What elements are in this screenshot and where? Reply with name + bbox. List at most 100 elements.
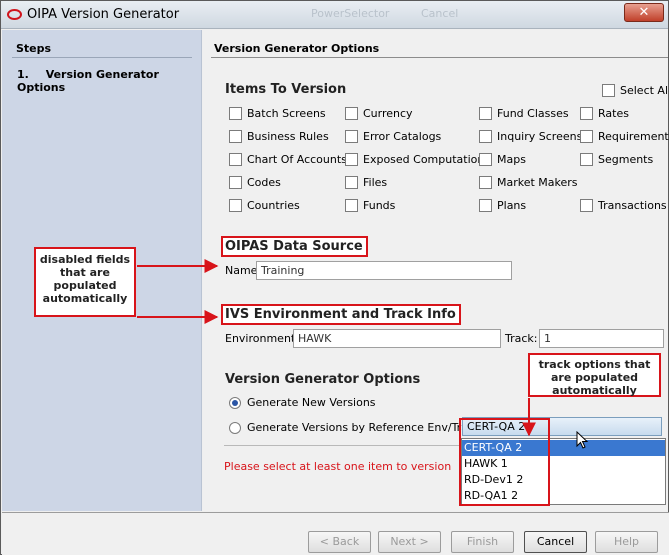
checkbox-box[interactable] <box>345 153 358 166</box>
oipa-version-generator-window: OIPA Version Generator PowerSelector Can… <box>0 0 669 555</box>
checkbox-funds[interactable]: Funds <box>345 199 395 212</box>
dropdown-option[interactable]: RD-QA1 2 <box>462 488 665 504</box>
track-label: Track: <box>505 332 538 345</box>
checkbox-label: Fund Classes <box>497 107 569 120</box>
checkbox-currency[interactable]: Currency <box>345 107 413 120</box>
divider <box>12 57 192 58</box>
checkbox-box[interactable] <box>580 199 593 212</box>
checkbox-box[interactable] <box>229 130 242 143</box>
checkbox-label: Exposed Computations <box>363 153 491 166</box>
title-bar[interactable]: OIPA Version Generator PowerSelector Can… <box>1 1 668 29</box>
steps-heading: Steps <box>16 42 52 55</box>
name-label: Name <box>225 264 258 277</box>
checkbox-box[interactable] <box>229 107 242 120</box>
checkbox-business-rules[interactable]: Business Rules <box>229 130 329 143</box>
checkbox-box[interactable] <box>229 153 242 166</box>
dropdown-option[interactable]: RD-Dev1 2 <box>462 472 665 488</box>
checkbox-label: Rates <box>598 107 629 120</box>
generate-new-versions-radio[interactable]: Generate New Versions <box>229 396 376 409</box>
checkbox-files[interactable]: Files <box>345 176 387 189</box>
background-window-text: Cancel <box>421 7 459 20</box>
checkbox-requirements[interactable]: Requirements <box>580 130 669 143</box>
checkbox-label: Chart Of Accounts <box>247 153 347 166</box>
checkbox-label: Market Makers <box>497 176 578 189</box>
reference-track-dropdown: CERT-QA 2 HAWK 1 RD-Dev1 2 RD-QA1 2 <box>461 438 666 505</box>
oracle-logo-icon <box>7 9 22 20</box>
checkbox-box[interactable] <box>345 130 358 143</box>
checkbox-box[interactable] <box>229 176 242 189</box>
step-label: Version Generator Options <box>17 68 159 94</box>
checkbox-batch-screens[interactable]: Batch Screens <box>229 107 326 120</box>
checkbox-label: Countries <box>247 199 300 212</box>
checkbox-box[interactable] <box>479 176 492 189</box>
content-heading: Version Generator Options <box>214 42 380 55</box>
checkbox-box[interactable] <box>580 107 593 120</box>
checkbox-box[interactable] <box>479 107 492 120</box>
select-all-checkbox[interactable]: Select All <box>602 84 669 97</box>
checkbox-label: Plans <box>497 199 527 212</box>
finish-button[interactable]: Finish <box>451 531 514 553</box>
checkbox-plans[interactable]: Plans <box>479 199 526 212</box>
annotation-disabled-fields: disabled fields that are populated autom… <box>34 247 136 317</box>
checkbox-box[interactable] <box>345 107 358 120</box>
checkbox-market-makers[interactable]: Market Makers <box>479 176 578 189</box>
oipas-data-source-title: OIPAS Data Source <box>221 236 368 257</box>
checkbox-box[interactable] <box>479 153 492 166</box>
step-item-version-generator-options: 1. Version Generator Options <box>17 68 201 94</box>
checkbox-label: Inquiry Screens <box>497 130 583 143</box>
divider <box>224 445 461 446</box>
checkbox-label: Business Rules <box>247 130 329 143</box>
checkbox-codes[interactable]: Codes <box>229 176 281 189</box>
checkbox-label: Select All <box>620 84 669 97</box>
checkbox-label: Error Catalogs <box>363 130 442 143</box>
checkbox-maps[interactable]: Maps <box>479 153 526 166</box>
checkbox-box[interactable] <box>345 199 358 212</box>
environment-field: HAWK <box>293 329 501 348</box>
checkbox-error-catalogs[interactable]: Error Catalogs <box>345 130 441 143</box>
checkbox-box[interactable] <box>580 130 593 143</box>
checkbox-box[interactable] <box>479 199 492 212</box>
checkbox-transactions[interactable]: Transactions <box>580 199 667 212</box>
window-title: OIPA Version Generator <box>27 7 180 22</box>
generate-by-reference-radio[interactable]: Generate Versions by Reference Env/Track… <box>229 421 484 434</box>
checkbox-segments[interactable]: Segments <box>580 153 653 166</box>
reference-track-combobox[interactable]: CERT-QA 2 <box>462 417 662 436</box>
checkbox-label: Batch Screens <box>247 107 326 120</box>
radio-label: Generate Versions by Reference Env/Track… <box>247 421 485 434</box>
next-button[interactable]: Next > <box>378 531 441 553</box>
environment-label: Environment: <box>225 332 299 345</box>
annotation-track-options: track options that are populated automat… <box>528 353 661 397</box>
items-to-version-title: Items To Version <box>225 82 347 97</box>
track-field: 1 <box>539 329 664 348</box>
name-field: Training <box>256 261 512 280</box>
checkbox-chart-of-accounts[interactable]: Chart Of Accounts <box>229 153 347 166</box>
checkbox-box[interactable] <box>580 153 593 166</box>
cancel-button[interactable]: Cancel <box>524 531 587 553</box>
dropdown-option[interactable]: HAWK 1 <box>462 456 665 472</box>
wizard-button-bar: < Back Next > Finish Cancel Help <box>2 512 669 555</box>
checkbox-box[interactable] <box>602 84 615 97</box>
help-button[interactable]: Help <box>595 531 658 553</box>
mouse-pointer-icon <box>576 431 589 449</box>
checkbox-label: Maps <box>497 153 526 166</box>
checkbox-box[interactable] <box>229 199 242 212</box>
checkbox-box[interactable] <box>345 176 358 189</box>
checkbox-label: Segments <box>598 153 654 166</box>
radio-indicator[interactable] <box>229 421 241 434</box>
radio-label: Generate New Versions <box>247 396 376 409</box>
checkbox-box[interactable] <box>479 130 492 143</box>
checkbox-label: Codes <box>247 176 281 189</box>
checkbox-rates[interactable]: Rates <box>580 107 629 120</box>
checkbox-label: Files <box>363 176 388 189</box>
checkbox-label: Funds <box>363 199 396 212</box>
back-button[interactable]: < Back <box>308 531 371 553</box>
checkbox-inquiry-screens[interactable]: Inquiry Screens <box>479 130 582 143</box>
validation-error-message: Please select at least one item to versi… <box>224 460 452 473</box>
checkbox-fund-classes[interactable]: Fund Classes <box>479 107 569 120</box>
ivs-environment-title: IVS Environment and Track Info <box>221 304 461 325</box>
checkbox-exposed-computations[interactable]: Exposed Computations <box>345 153 490 166</box>
checkbox-countries[interactable]: Countries <box>229 199 300 212</box>
radio-selected-indicator[interactable] <box>229 396 241 409</box>
dropdown-option[interactable]: CERT-QA 2 <box>462 440 665 456</box>
close-button[interactable]: ✕ <box>624 3 664 22</box>
